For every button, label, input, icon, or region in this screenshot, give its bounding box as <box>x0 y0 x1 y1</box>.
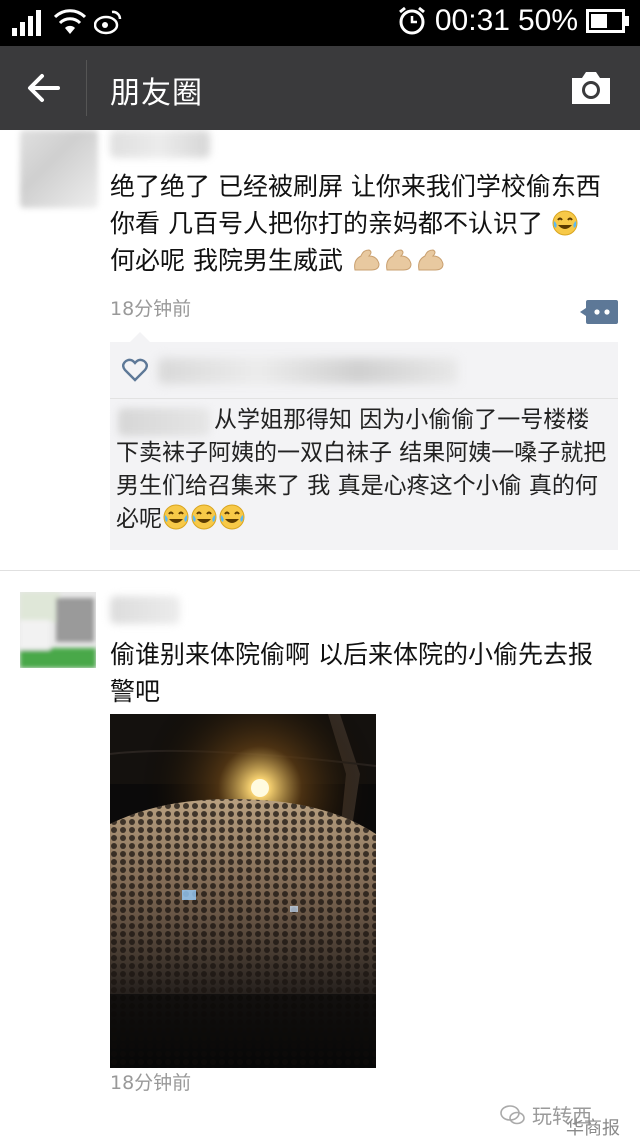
poster-name-blurred <box>110 130 210 158</box>
status-bar: 00:31 50% <box>0 0 640 46</box>
post-text: 绝了绝了 已经被刷屏 让你来我们学校偷东西 你看 几百号人把你打的亲妈都不认识了… <box>110 168 610 279</box>
camera-icon <box>572 72 610 104</box>
wechat-icon <box>500 1104 525 1124</box>
avatar[interactable] <box>20 592 96 668</box>
watermark-source: 华商报 <box>566 1118 620 1138</box>
post-timestamp: 18分钟前 <box>110 1072 192 1094</box>
comment-bubble-icon <box>580 300 618 324</box>
tears-of-joy-emoji-icon <box>219 504 245 530</box>
camera-button[interactable] <box>568 66 614 110</box>
comment-box: 从学姐那得知 因为小偷偷了一号楼楼下卖袜子阿姨的一双白袜子 结果阿姨一嗓子就把男… <box>110 332 618 550</box>
alarm-icon <box>398 6 425 35</box>
nav-bar: 朋友圈 <box>0 46 640 130</box>
status-left <box>12 8 122 36</box>
crowd-night-photo <box>110 714 376 1068</box>
battery-percent: 50% <box>517 4 578 37</box>
tears-of-joy-emoji-icon <box>163 504 189 530</box>
post-timestamp: 18分钟前 <box>110 298 192 320</box>
nav-divider <box>86 60 87 116</box>
avatar-image <box>20 592 96 668</box>
avatar[interactable] <box>20 130 98 208</box>
signal-icon <box>12 10 41 36</box>
tears-of-joy-emoji-icon <box>552 210 578 236</box>
flexed-biceps-emoji-icon <box>386 249 412 271</box>
status-right: 00:31 50% <box>397 4 630 38</box>
back-arrow-icon <box>28 74 60 102</box>
back-button[interactable] <box>18 62 70 114</box>
poster-name-blurred <box>110 596 180 624</box>
tears-of-joy-emoji-icon <box>191 504 217 530</box>
battery-icon <box>586 9 629 33</box>
post-photo[interactable] <box>110 714 376 1068</box>
flexed-biceps-emoji-icon <box>354 249 380 271</box>
page-title: 朋友圈 <box>110 76 203 111</box>
comment-text: 从学姐那得知 因为小偷偷了一号楼楼下卖袜子阿姨的一双白袜子 结果阿姨一嗓子就把男… <box>116 404 612 536</box>
wifi-icon <box>54 9 86 34</box>
weibo-icon <box>94 10 122 35</box>
post-text: 偷谁别来体院偷啊 以后来体院的小偷先去报警吧 <box>110 640 593 706</box>
status-time: 00:31 <box>434 4 510 37</box>
comment-button[interactable] <box>580 298 620 328</box>
likes-list-blurred <box>158 358 458 384</box>
post-text-part: 何必呢 我院男生威武 <box>110 246 343 275</box>
post-text-part: 绝了绝了 已经被刷屏 让你来我们学校偷东西 你看 几百号人把你打的亲妈都不认识了 <box>110 172 601 238</box>
heart-icon <box>122 358 148 382</box>
comment-separator <box>110 398 618 399</box>
post-divider <box>0 570 640 571</box>
flexed-biceps-emoji-icon <box>418 249 444 271</box>
moments-feed[interactable]: 绝了绝了 已经被刷屏 让你来我们学校偷东西 你看 几百号人把你打的亲妈都不认识了… <box>0 130 640 1138</box>
